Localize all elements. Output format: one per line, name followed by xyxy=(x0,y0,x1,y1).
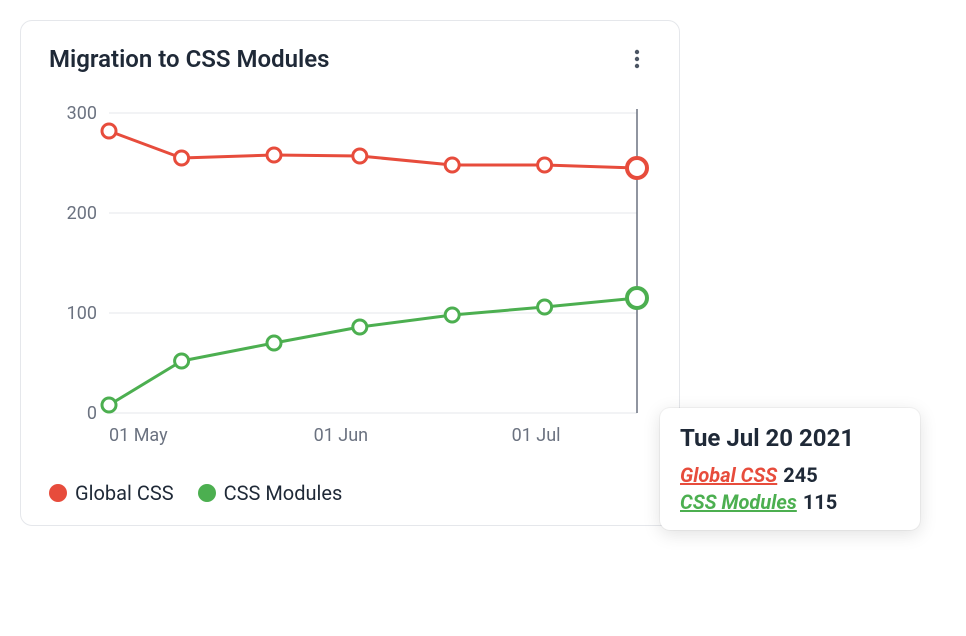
tooltip-row: CSS Modules115 xyxy=(680,489,900,516)
chart-tooltip: Tue Jul 20 2021 Global CSS245 CSS Module… xyxy=(660,408,920,530)
legend: Global CSS CSS Modules xyxy=(49,481,651,505)
chart-area[interactable]: 0 100 200 300 01 May 01 Jun 01 Jul xyxy=(49,103,649,463)
chart-card: Migration to CSS Modules 0 100 200 300 01 Ma… xyxy=(20,20,680,526)
tooltip-series-label: CSS Modules xyxy=(680,490,797,514)
tooltip-row: Global CSS245 xyxy=(680,462,900,489)
legend-label: CSS Modules xyxy=(224,481,343,505)
card-title: Migration to CSS Modules xyxy=(49,45,330,73)
tooltip-series-value: 245 xyxy=(783,463,817,487)
svg-text:01 May: 01 May xyxy=(109,425,168,446)
tooltip-series-value: 115 xyxy=(803,490,837,514)
legend-swatch xyxy=(198,484,216,502)
svg-text:300: 300 xyxy=(67,103,97,124)
svg-text:01 Jun: 01 Jun xyxy=(314,425,369,446)
legend-label: Global CSS xyxy=(75,481,174,505)
legend-item-css-modules[interactable]: CSS Modules xyxy=(198,481,343,505)
svg-text:200: 200 xyxy=(67,203,97,224)
legend-item-global-css[interactable]: Global CSS xyxy=(49,481,174,505)
svg-text:0: 0 xyxy=(87,403,97,424)
more-vertical-icon xyxy=(634,49,640,69)
svg-text:100: 100 xyxy=(67,303,97,324)
tooltip-date: Tue Jul 20 2021 xyxy=(680,424,900,452)
svg-text:01 Jul: 01 Jul xyxy=(512,425,561,446)
more-options-button[interactable] xyxy=(623,45,651,73)
legend-swatch xyxy=(49,484,67,502)
tooltip-series-label: Global CSS xyxy=(680,463,777,487)
line-chart: 0 100 200 300 01 May 01 Jun 01 Jul xyxy=(49,103,649,463)
card-header: Migration to CSS Modules xyxy=(49,45,651,73)
